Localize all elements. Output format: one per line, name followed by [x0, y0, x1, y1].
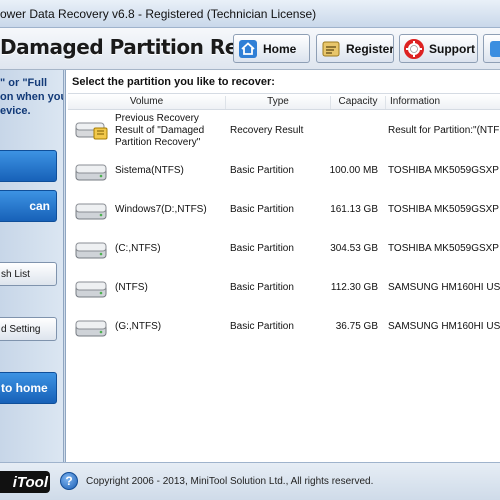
row-volume: (G:,NTFS) — [115, 321, 162, 332]
window-title: ower Data Recovery v6.8 - Registered (Te… — [0, 7, 317, 21]
help-icon[interactable]: ? — [60, 472, 78, 490]
sidebar-hint: " or "Full on when you evice. — [0, 76, 64, 118]
export-list-button[interactable]: sh List — [0, 262, 57, 286]
row-type: Basic Partition — [230, 321, 294, 332]
hard-disk-icon — [75, 281, 107, 298]
table-row[interactable]: (C:,NTFS) Basic Partition 304.53 GB TOSH… — [68, 230, 500, 268]
table-row[interactable]: Previous Recovery Result of "Damaged Par… — [68, 110, 500, 148]
row-type: Basic Partition — [230, 243, 294, 254]
row-information: TOSHIBA MK5059GSXP — [388, 165, 499, 176]
toolbar-overflow-button[interactable] — [483, 34, 500, 63]
app-header: Damaged Partition Recovery Home Register… — [0, 28, 500, 70]
recovery-result-disk-icon — [75, 122, 108, 140]
row-capacity: 304.53 GB — [330, 243, 378, 254]
support-lifebuoy-icon — [404, 38, 424, 59]
hard-disk-icon — [75, 242, 107, 259]
row-type: Recovery Result — [230, 125, 304, 136]
column-header-volume[interactable]: Volume — [68, 96, 226, 109]
support-button-label: Support — [429, 41, 475, 56]
panel-title: Select the partition you like to recover… — [72, 76, 275, 88]
row-information: TOSHIBA MK5059GSXP — [388, 204, 499, 215]
row-volume: (NTFS) — [115, 282, 148, 293]
table-row[interactable]: (NTFS) Basic Partition 112.30 GB SAMSUNG… — [68, 269, 500, 307]
footer: iTool ? Copyright 2006 - 2013, MiniTool … — [0, 462, 500, 500]
column-header-type[interactable]: Type — [226, 96, 331, 109]
partition-panel: Select the partition you like to recover… — [65, 70, 500, 462]
sidebar-hint-line: evice. — [0, 105, 31, 117]
table-row[interactable]: (G:,NTFS) Basic Partition 36.75 GB SAMSU… — [68, 308, 500, 346]
export-list-button-label: sh List — [1, 268, 30, 280]
register-button[interactable]: Register — [316, 34, 394, 63]
sidebar: " or "Full on when you evice. can sh Lis… — [0, 70, 64, 462]
scan-button-label: can — [29, 199, 50, 213]
row-type: Basic Partition — [230, 204, 294, 215]
register-button-label: Register — [346, 41, 394, 56]
minitool-logo: iTool — [0, 471, 50, 493]
row-volume: Sistema(NTFS) — [115, 165, 184, 176]
hard-disk-icon — [75, 203, 107, 220]
row-volume: Windows7(D:,NTFS) — [115, 204, 207, 215]
row-information: SAMSUNG HM160HI USB D — [388, 282, 500, 293]
back-to-home-button-label: to home — [1, 381, 48, 395]
row-capacity: 36.75 GB — [335, 321, 378, 332]
sidebar-hint-line: " or "Full — [0, 77, 48, 89]
hard-disk-icon — [75, 320, 107, 337]
row-type: Basic Partition — [230, 165, 294, 176]
back-to-home-button[interactable]: to home — [0, 372, 57, 404]
hard-disk-icon — [75, 164, 107, 181]
home-button[interactable]: Home — [233, 34, 310, 63]
home-button-label: Home — [263, 41, 297, 56]
home-icon — [239, 39, 257, 58]
column-header-capacity[interactable]: Capacity — [331, 96, 386, 109]
row-information: Result for Partition:"(NTFS) — [388, 125, 500, 136]
row-type: Basic Partition — [230, 282, 294, 293]
info-icon — [490, 40, 500, 57]
advanced-setting-button[interactable]: d Setting — [0, 317, 57, 341]
advanced-setting-button-label: d Setting — [1, 323, 41, 335]
table-row[interactable]: Sistema(NTFS) Basic Partition 100.00 MB … — [68, 152, 500, 190]
copyright-text: Copyright 2006 - 2013, MiniTool Solution… — [86, 476, 374, 487]
column-header-information[interactable]: Information — [386, 96, 500, 109]
row-volume: (C:,NTFS) — [115, 243, 161, 254]
sidebar-primary-button[interactable] — [0, 150, 57, 182]
table-row[interactable]: Windows7(D:,NTFS) Basic Partition 161.13… — [68, 191, 500, 229]
support-button[interactable]: Support — [399, 34, 478, 63]
row-information: SAMSUNG HM160HI USB D — [388, 321, 500, 332]
scan-button[interactable]: can — [0, 190, 57, 222]
table-header: Volume Type Capacity Information — [68, 93, 500, 110]
row-capacity: 161.13 GB — [330, 204, 378, 215]
row-volume: Previous Recovery Result of "Damaged Par… — [115, 113, 205, 148]
row-capacity: 100.00 MB — [329, 165, 378, 176]
row-capacity: 112.30 GB — [330, 282, 378, 293]
sidebar-hint-line: on when you — [0, 91, 64, 103]
row-information: TOSHIBA MK5059GSXP — [388, 243, 499, 254]
register-icon — [322, 41, 340, 56]
window-titlebar: ower Data Recovery v6.8 - Registered (Te… — [0, 0, 500, 28]
